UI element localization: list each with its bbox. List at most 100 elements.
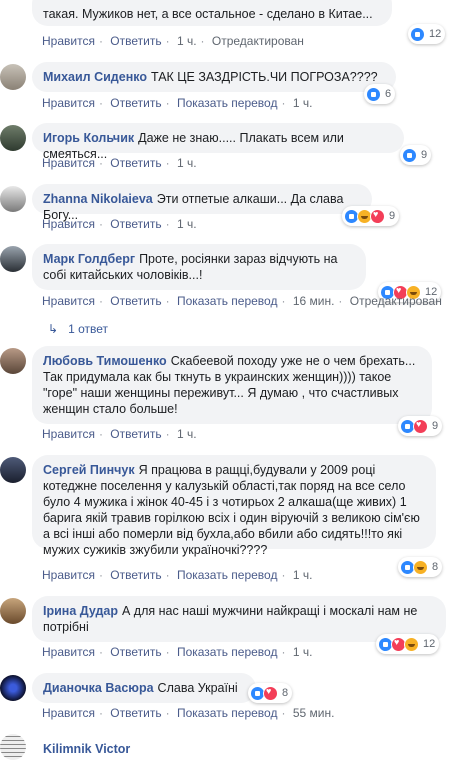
comment-bubble: Дианочка Васюра Слава Україні [32, 673, 256, 703]
comment-time[interactable]: 1 ч. [293, 96, 313, 110]
comment-actions: Нравится · Ответить · Показать перевод · 55… [42, 706, 335, 720]
reply-button[interactable]: Ответить [110, 34, 161, 48]
avatar[interactable] [0, 186, 26, 212]
like-button[interactable]: Нравится [42, 706, 95, 720]
like-icon [410, 26, 425, 42]
haha-icon [404, 636, 419, 652]
haha-icon [413, 559, 428, 575]
show-translation-button[interactable]: Показать перевод [177, 294, 278, 308]
comment-author[interactable]: Михаил Сиденко [43, 70, 147, 84]
comment-actions: Нравится · Ответить · Показать перевод · 1 … [42, 568, 313, 582]
comment-text: ТАК ЦЕ ЗАЗДРІСТЬ.ЧИ ПОГРОЗА???? [150, 70, 378, 84]
comment-time[interactable]: 16 мин. [293, 294, 335, 308]
comment-bubble: Сергей Пинчук Я працюва в ращці,будували … [32, 455, 436, 557]
comment-bubble: Kilimnik Victor [32, 734, 172, 766]
avatar[interactable] [0, 598, 26, 624]
comment-author[interactable]: Игорь Кольчик [43, 131, 134, 145]
reactions-summary[interactable]: 9 [400, 145, 432, 165]
replies-count: 1 ответ [68, 322, 108, 336]
reaction-count: 6 [385, 88, 392, 100]
comment-bubble: Игорь Кольчик Даже не знаю..... Плакать в… [32, 123, 404, 161]
avatar[interactable] [0, 675, 26, 701]
show-translation-button[interactable]: Показать перевод [177, 96, 278, 110]
comment-actions: Нравится · Ответить · 1 ч. · Отредактирован [42, 34, 304, 48]
like-icon [366, 86, 381, 102]
reactions-summary[interactable]: 6 [364, 84, 396, 104]
show-translation-button[interactable]: Показать перевод [177, 645, 278, 659]
like-button[interactable]: Нравится [42, 294, 95, 308]
like-button[interactable]: Нравится [42, 156, 95, 170]
comment-author[interactable]: Zhanna Nikolaieva [43, 192, 153, 206]
like-button[interactable]: Нравится [42, 645, 95, 659]
reply-button[interactable]: Ответить [110, 706, 161, 720]
avatar[interactable] [0, 246, 26, 272]
like-icon [402, 147, 417, 163]
comment-bubble: Zhanna Nikolaieva Эти отпетые алкаши... Д… [32, 184, 372, 222]
comment-time[interactable]: 1 ч. [293, 568, 313, 582]
comment-time[interactable]: 1 ч. [177, 34, 197, 48]
comment-time[interactable]: 55 мин. [293, 706, 335, 720]
reply-button[interactable]: Ответить [110, 427, 161, 441]
edited-label[interactable]: Отредактирован [212, 34, 304, 48]
view-replies-link[interactable]: ↳ 1 ответ [48, 322, 108, 336]
reactions-summary[interactable]: 8 [248, 683, 293, 703]
reactions-summary[interactable]: 9 [398, 416, 443, 436]
reaction-count: 12 [429, 28, 442, 40]
comment-actions: Нравится · Ответить · 1 ч. [42, 217, 197, 231]
show-translation-button[interactable]: Показать перевод [177, 568, 278, 582]
comment-time[interactable]: 1 ч. [177, 156, 197, 170]
comment-bubble: Михаил Сиденко ТАК ЦЕ ЗАЗДРІСТЬ.ЧИ ПОГРОЗ… [32, 62, 396, 92]
like-button[interactable]: Нравится [42, 427, 95, 441]
reaction-count: 9 [389, 210, 396, 222]
comment-actions: Нравится · Ответить · Показать перевод · 16… [42, 294, 442, 308]
reactions-summary[interactable]: 12 [408, 24, 446, 44]
avatar[interactable] [0, 457, 26, 483]
like-button[interactable]: Нравится [42, 34, 95, 48]
avatar[interactable] [0, 734, 26, 760]
reaction-count: 8 [282, 687, 289, 699]
comment-actions: Нравится · Ответить · Показать перевод · 1 … [42, 96, 313, 110]
reaction-count: 8 [432, 561, 439, 573]
reply-button[interactable]: Ответить [110, 645, 161, 659]
comment-bubble: Любовь Тимошенко Скабеевой походу уже не … [32, 346, 432, 424]
reply-button[interactable]: Ответить [110, 156, 161, 170]
reply-button[interactable]: Ответить [110, 568, 161, 582]
comment-author[interactable]: Дианочка Васюра [43, 681, 154, 695]
love-icon [370, 208, 385, 224]
reply-arrow-icon: ↳ [48, 322, 59, 336]
like-button[interactable]: Нравится [42, 217, 95, 231]
reply-button[interactable]: Ответить [110, 96, 161, 110]
reaction-count: 12 [423, 638, 436, 650]
comment-author[interactable]: Kilimnik Victor [43, 742, 130, 756]
avatar[interactable] [0, 348, 26, 374]
avatar[interactable] [0, 64, 26, 90]
comment-author[interactable]: Марк Голдберг [43, 252, 135, 266]
reply-button[interactable]: Ответить [110, 217, 161, 231]
comment-author[interactable]: Iрина Дудар [43, 604, 118, 618]
show-translation-button[interactable]: Показать перевод [177, 706, 278, 720]
comment-text: Я працюва в ращці,будували у 2009 році к… [43, 463, 420, 557]
like-button[interactable]: Нравится [42, 96, 95, 110]
avatar[interactable] [0, 125, 26, 151]
reaction-count: 9 [432, 420, 439, 432]
comment-author[interactable]: Любовь Тимошенко [43, 354, 167, 368]
comment-text: такая. Мужиков нет, а все остальное - сд… [43, 7, 373, 21]
comment-bubble: Марк Голдберг Проте, росіянки зараз відчу… [32, 244, 366, 290]
comment-actions: Нравится · Ответить · Показать перевод · 1 … [42, 645, 313, 659]
comment-time[interactable]: 1 ч. [293, 645, 313, 659]
edited-label[interactable]: Отредактирован [350, 294, 442, 308]
comment-bubble: такая. Мужиков нет, а все остальное - сд… [32, 0, 392, 26]
reply-button[interactable]: Ответить [110, 294, 161, 308]
reactions-summary[interactable]: 9 [342, 206, 400, 226]
reaction-count: 9 [421, 149, 428, 161]
like-button[interactable]: Нравится [42, 568, 95, 582]
comment-time[interactable]: 1 ч. [177, 217, 197, 231]
reactions-summary[interactable]: 8 [398, 557, 443, 577]
comment-text: Слава Україні [157, 681, 238, 695]
comment-actions: Нравится · Ответить · 1 ч. [42, 156, 197, 170]
comment-author[interactable]: Сергей Пинчук [43, 463, 135, 477]
love-icon [413, 418, 428, 434]
comment-actions: Нравится · Ответить · 1 ч. [42, 427, 197, 441]
comment-time[interactable]: 1 ч. [177, 427, 197, 441]
reactions-summary[interactable]: 12 [376, 634, 440, 654]
